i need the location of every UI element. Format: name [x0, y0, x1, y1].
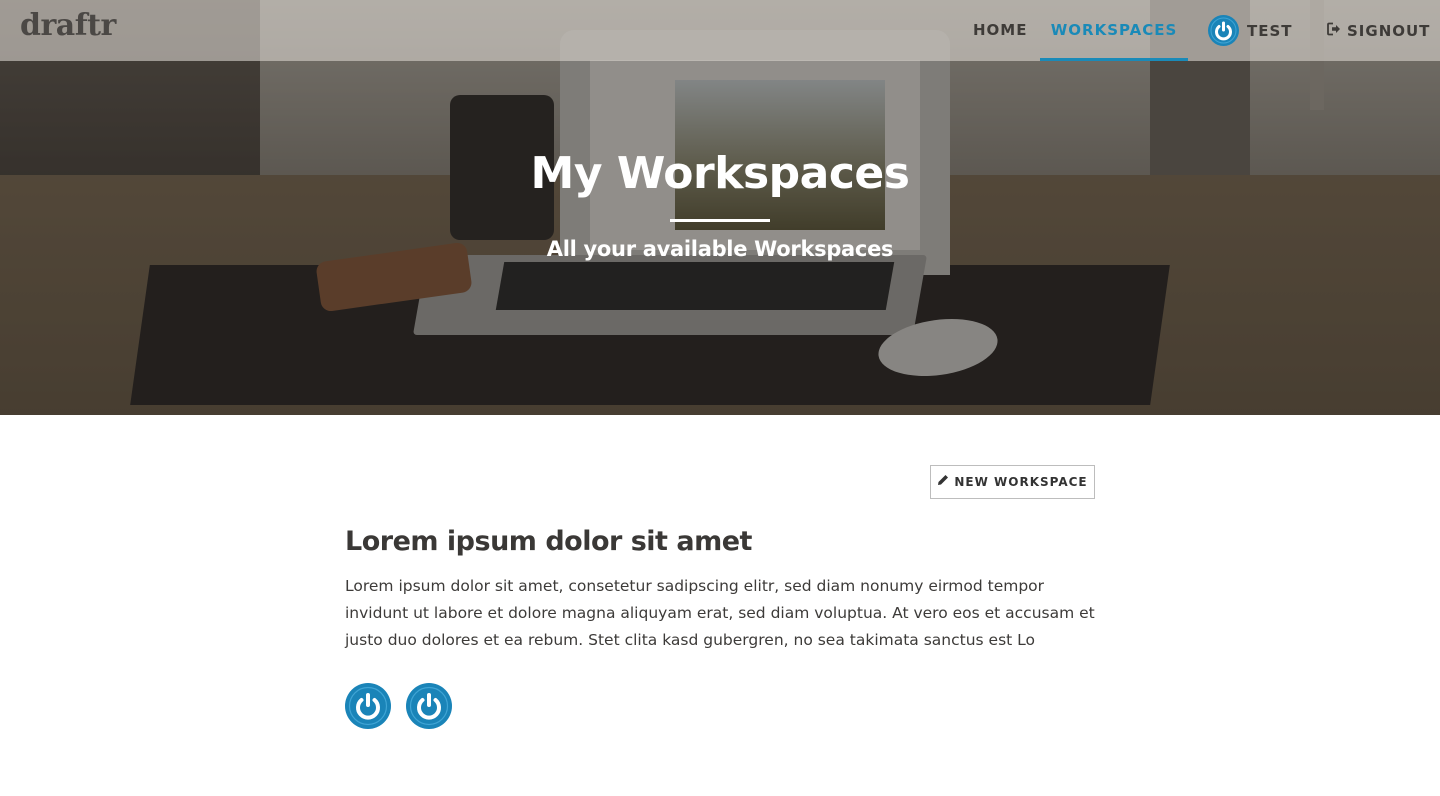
- logo[interactable]: draftr: [20, 8, 116, 43]
- signout-label: SIGNOUT: [1347, 21, 1431, 40]
- nav-item-workspaces[interactable]: WORKSPACES: [1040, 0, 1188, 61]
- hero-banner: My Workspaces All your available Workspa…: [0, 0, 1440, 415]
- power-icon: [1208, 15, 1239, 46]
- title-divider: [670, 219, 770, 222]
- signout-icon: [1327, 1, 1341, 61]
- new-workspace-label: NEW WORKSPACE: [954, 475, 1088, 489]
- power-icon[interactable]: [406, 683, 452, 729]
- page-title: My Workspaces: [530, 148, 910, 199]
- nav-user-menu[interactable]: TEST: [1208, 0, 1293, 61]
- page-subtitle: All your available Workspaces: [546, 237, 894, 261]
- workspace-members: [345, 683, 452, 729]
- hero-shade: [0, 0, 1440, 415]
- workspace-description: Lorem ipsum dolor sit amet, consetetur s…: [345, 577, 1095, 649]
- new-workspace-button[interactable]: NEW WORKSPACE: [930, 465, 1095, 499]
- power-icon[interactable]: [345, 683, 391, 729]
- signout-button[interactable]: SIGNOUT: [1327, 0, 1430, 61]
- nav-item-home[interactable]: HOME: [973, 0, 1027, 61]
- pencil-icon: [937, 474, 949, 490]
- workspace-title[interactable]: Lorem ipsum dolor sit amet: [345, 526, 752, 557]
- user-name: TEST: [1247, 21, 1293, 40]
- top-navbar: draftr HOME WORKSPACES TEST SIGNOUT: [0, 0, 1440, 61]
